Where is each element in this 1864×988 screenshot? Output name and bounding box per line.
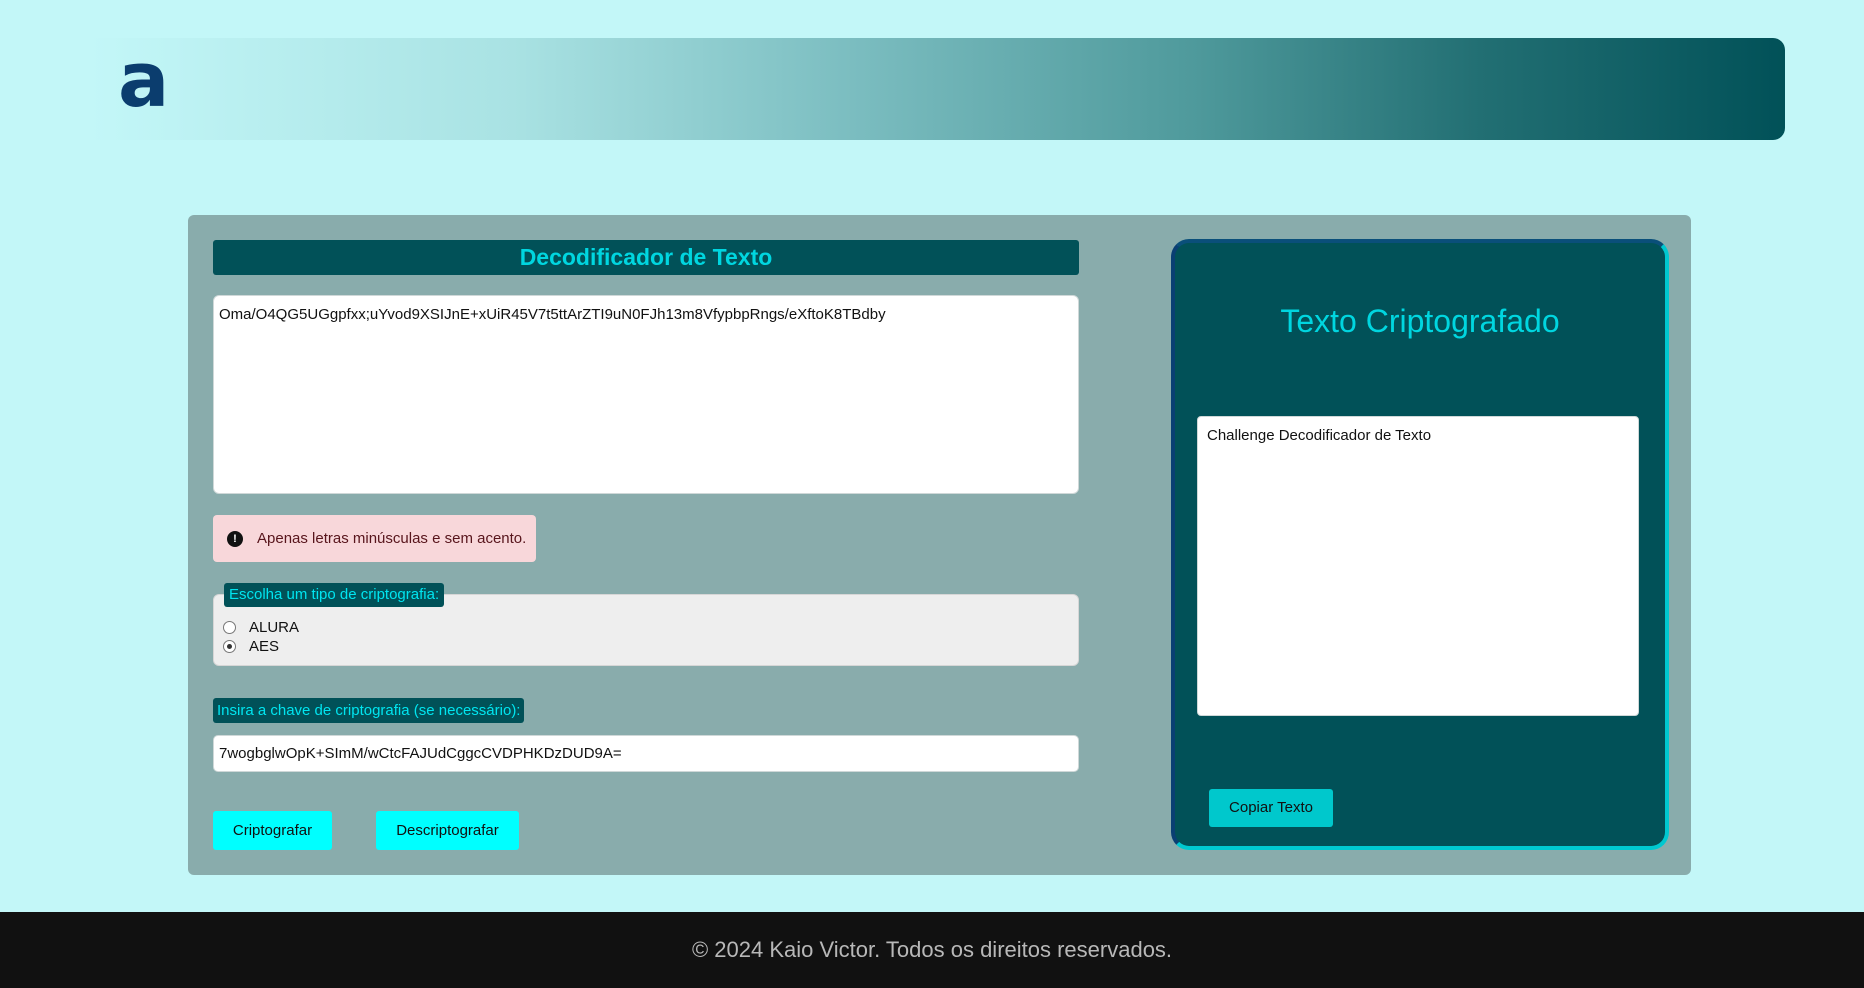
validation-alert: ! Apenas letras minúsculas e sem acento. xyxy=(213,515,536,562)
result-panel: Texto Criptografado Challenge Decodifica… xyxy=(1171,239,1669,850)
result-title: Texto Criptografado xyxy=(1280,303,1560,339)
radio-alura[interactable] xyxy=(223,621,236,634)
output-text-area[interactable]: Challenge Decodificador de Texto xyxy=(1197,416,1639,716)
alert-text: Apenas letras minúsculas e sem acento. xyxy=(257,530,527,547)
exclamation-icon: ! xyxy=(227,530,243,547)
text-input-area[interactable]: Oma/O4QG5UGgpfxx;uYvod9XSIJnE+xUiR45V7t5… xyxy=(213,295,1079,494)
main-container: Decodificador de Texto Oma/O4QG5UGgpfxx;… xyxy=(188,215,1691,875)
radio-label-aes: AES xyxy=(249,638,280,655)
crypto-type-legend: Escolha um tipo de criptografia: xyxy=(224,583,445,607)
encrypt-button[interactable]: Criptografar xyxy=(213,811,332,850)
logo: a xyxy=(118,35,170,124)
radio-aes[interactable] xyxy=(223,640,236,653)
page-title: Decodificador de Texto xyxy=(213,240,1079,275)
radio-label-alura: ALURA xyxy=(249,619,300,636)
key-label: Insira a chave de criptografia (se neces… xyxy=(213,698,525,723)
copy-button[interactable]: Copiar Texto xyxy=(1209,789,1333,827)
radio-option-alura[interactable]: ALURA xyxy=(223,619,299,636)
radio-option-aes[interactable]: AES xyxy=(223,638,279,655)
key-input[interactable]: 7wogbglwOpK+SImM/wCtcFAJUdCggcCVDPHKDzDU… xyxy=(213,735,1079,772)
decrypt-button[interactable]: Descriptografar xyxy=(376,811,519,850)
footer-text: © 2024 Kaio Victor. Todos os direitos re… xyxy=(691,937,1173,962)
footer: © 2024 Kaio Victor. Todos os direitos re… xyxy=(0,912,1864,988)
header-banner: a xyxy=(90,38,1785,140)
